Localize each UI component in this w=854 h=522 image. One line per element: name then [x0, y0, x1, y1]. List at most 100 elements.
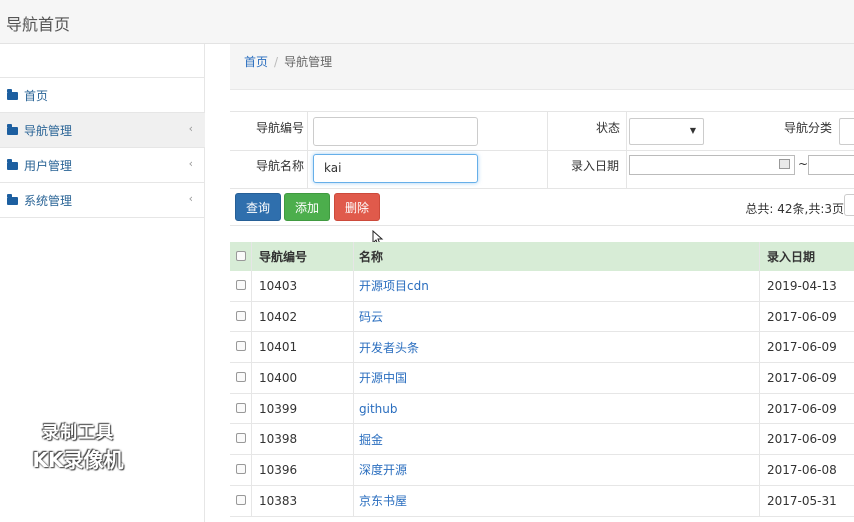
row-checkbox[interactable] — [236, 463, 246, 477]
search-form: 导航编号 状态 ▼ 导航分类 导航名称 kai 录入日期 ~ 查询 添加 删除 … — [230, 111, 854, 226]
folder-icon — [7, 194, 18, 205]
sidebar-item-system-management[interactable]: 系统管理 ‹ — [0, 183, 205, 218]
row-checkbox[interactable] — [236, 340, 246, 354]
divider — [251, 332, 252, 363]
row-checkbox[interactable] — [236, 494, 246, 508]
sidebar-item-user-management[interactable]: 用户管理 ‹ — [0, 148, 205, 183]
row-name-link[interactable]: 京东书屋 — [359, 492, 407, 509]
divider — [251, 242, 252, 271]
table-row[interactable]: 10403 开源项目cdn 2019-04-13 — [230, 271, 854, 302]
column-header-name[interactable]: 名称 — [359, 248, 383, 265]
sidebar-item-label: 导航管理 — [24, 123, 73, 138]
breadcrumb-bar: 首页 / 导航管理 — [230, 44, 854, 90]
delete-button[interactable]: 删除 — [334, 193, 380, 221]
folder-icon — [7, 124, 18, 135]
row-checkbox[interactable] — [236, 310, 246, 324]
watermark-line2: KK录像机 — [32, 448, 124, 472]
divider — [353, 301, 354, 332]
date-label: 录入日期 — [571, 159, 620, 173]
nav-id-input[interactable] — [313, 117, 478, 146]
table-row[interactable]: 10398 掘金 2017-06-09 — [230, 424, 854, 456]
row-date: 2017-06-09 — [767, 309, 837, 324]
row-id: 10401 — [259, 340, 298, 355]
divider — [353, 271, 354, 301]
row-date: 2017-06-09 — [767, 432, 837, 447]
caret-down-icon: ▼ — [689, 126, 696, 135]
divider — [251, 363, 252, 393]
row-date: 2017-06-09 — [767, 370, 837, 385]
nav-table: 导航编号 名称 录入日期 10403 开源项目cdn 2019-04-13 10… — [230, 242, 854, 517]
recorder-watermark: 录制工具 KK录像机 — [20, 418, 136, 473]
row-id: 10403 — [259, 278, 298, 293]
row-id: 10399 — [259, 401, 298, 416]
column-header-id[interactable]: 导航编号 — [259, 248, 307, 265]
calendar-icon[interactable] — [779, 159, 790, 169]
table-row[interactable]: 10402 码云 2017-06-09 — [230, 301, 854, 333]
row-id: 10396 — [259, 462, 298, 477]
app-title: 导航首页 — [6, 15, 71, 34]
status-label: 状态 — [596, 121, 621, 135]
row-name-link[interactable]: 掘金 — [359, 431, 383, 448]
divider — [759, 455, 760, 485]
table-row[interactable]: 10401 开发者头条 2017-06-09 — [230, 332, 854, 364]
folder-icon — [7, 159, 18, 170]
row-checkbox[interactable] — [236, 432, 246, 446]
divider — [759, 242, 760, 271]
row-checkbox[interactable] — [236, 371, 246, 385]
divider — [353, 332, 354, 363]
category-select[interactable] — [839, 118, 854, 145]
divider — [759, 485, 760, 516]
watermark-line1: 录制工具 — [42, 423, 114, 443]
sidebar-item-label: 系统管理 — [24, 193, 73, 208]
select-all-checkbox[interactable] — [236, 250, 246, 264]
table-row[interactable]: 10400 开源中国 2017-06-09 — [230, 363, 854, 394]
divider — [251, 424, 252, 455]
divider — [759, 424, 760, 455]
start-date-input[interactable] — [629, 155, 795, 175]
divider — [759, 363, 760, 393]
table-header: 导航编号 名称 录入日期 — [230, 242, 854, 271]
row-name-link[interactable]: 开发者头条 — [359, 339, 419, 356]
row-checkbox[interactable] — [236, 279, 246, 293]
status-select[interactable]: ▼ — [629, 118, 704, 145]
sidebar-item-label: 用户管理 — [24, 158, 73, 173]
row-id: 10400 — [259, 370, 298, 385]
end-date-input[interactable] — [808, 155, 854, 175]
page-size-select[interactable] — [844, 194, 854, 216]
divider — [230, 150, 854, 151]
table-row[interactable]: 10399 github 2017-06-09 — [230, 393, 854, 425]
row-name-link[interactable]: 开源中国 — [359, 369, 407, 386]
divider — [307, 112, 308, 188]
breadcrumb-separator: / — [274, 55, 279, 69]
divider — [626, 112, 627, 188]
breadcrumb-home-link[interactable]: 首页 — [244, 55, 268, 69]
divider — [251, 271, 252, 301]
sidebar-item-home[interactable]: 首页 — [0, 78, 205, 113]
sidebar-nav: 首页 导航管理 ‹ 用户管理 ‹ 系统管理 ‹ — [0, 77, 205, 218]
row-date: 2017-05-31 — [767, 493, 837, 508]
add-button[interactable]: 添加 — [284, 193, 330, 221]
row-checkbox[interactable] — [236, 402, 246, 416]
nav-id-label: 导航编号 — [256, 121, 305, 135]
table-row[interactable]: 10383 京东书屋 2017-05-31 — [230, 485, 854, 517]
column-header-date[interactable]: 录入日期 — [767, 248, 815, 265]
breadcrumb: 首页 / 导航管理 — [244, 53, 332, 70]
sidebar-item-nav-management[interactable]: 导航管理 ‹ — [0, 113, 205, 148]
divider — [759, 332, 760, 363]
row-name-link[interactable]: github — [359, 402, 397, 416]
nav-name-input[interactable]: kai — [313, 154, 478, 183]
row-name-link[interactable]: 码云 — [359, 308, 383, 325]
top-bar: 导航首页 — [0, 0, 854, 44]
divider — [759, 301, 760, 332]
row-name-link[interactable]: 深度开源 — [359, 461, 407, 478]
divider — [547, 112, 548, 188]
row-name-link[interactable]: 开源项目cdn — [359, 277, 429, 294]
date-range-separator: ~ — [798, 157, 809, 171]
query-button[interactable]: 查询 — [235, 193, 281, 221]
table-row[interactable]: 10396 深度开源 2017-06-08 — [230, 455, 854, 486]
chevron-left-icon: ‹ — [188, 192, 193, 205]
row-id: 10383 — [259, 493, 298, 508]
folder-icon — [7, 89, 18, 100]
row-date: 2017-06-09 — [767, 401, 837, 416]
divider — [230, 188, 854, 189]
